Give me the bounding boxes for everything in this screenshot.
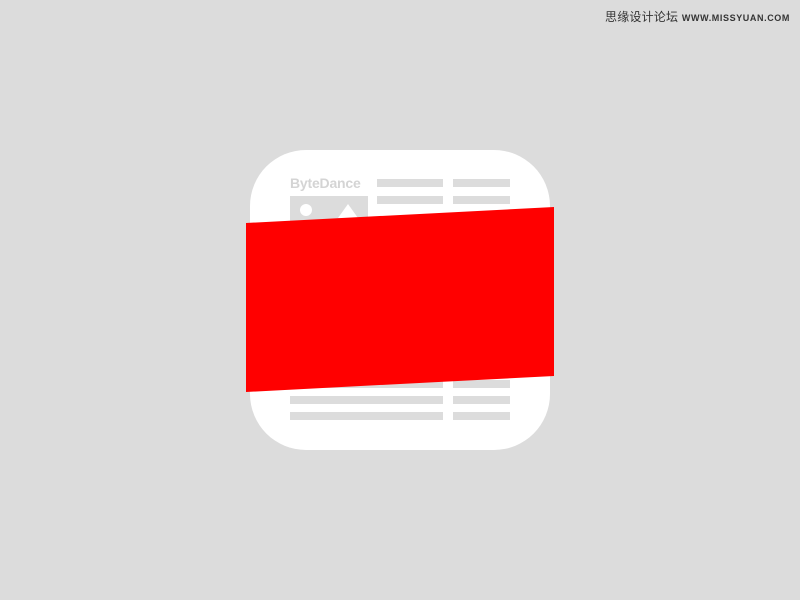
text-line: [453, 179, 510, 187]
brand-logo-text: ByteDance: [290, 175, 361, 191]
image-icon: [290, 196, 368, 226]
text-line: [290, 412, 443, 420]
text-line: [453, 196, 510, 204]
text-line: [453, 396, 510, 404]
text-line: [377, 179, 443, 187]
text-line: [453, 412, 510, 420]
text-line: [453, 380, 510, 388]
watermark-chinese-text: 思缘设计论坛: [605, 10, 679, 24]
text-line: [290, 380, 443, 388]
app-icon: ByteDance: [250, 150, 550, 450]
site-watermark: 思缘设计论坛 WWW.MISSYUAN.COM: [605, 8, 790, 25]
watermark-url-text: WWW.MISSYUAN.COM: [681, 13, 790, 23]
image-icon-mountain: [338, 204, 358, 218]
text-line: [290, 396, 443, 404]
image-icon-sun: [300, 204, 312, 216]
text-line: [377, 196, 443, 204]
canvas: 思缘设计论坛 WWW.MISSYUAN.COM ByteDance: [0, 0, 800, 600]
